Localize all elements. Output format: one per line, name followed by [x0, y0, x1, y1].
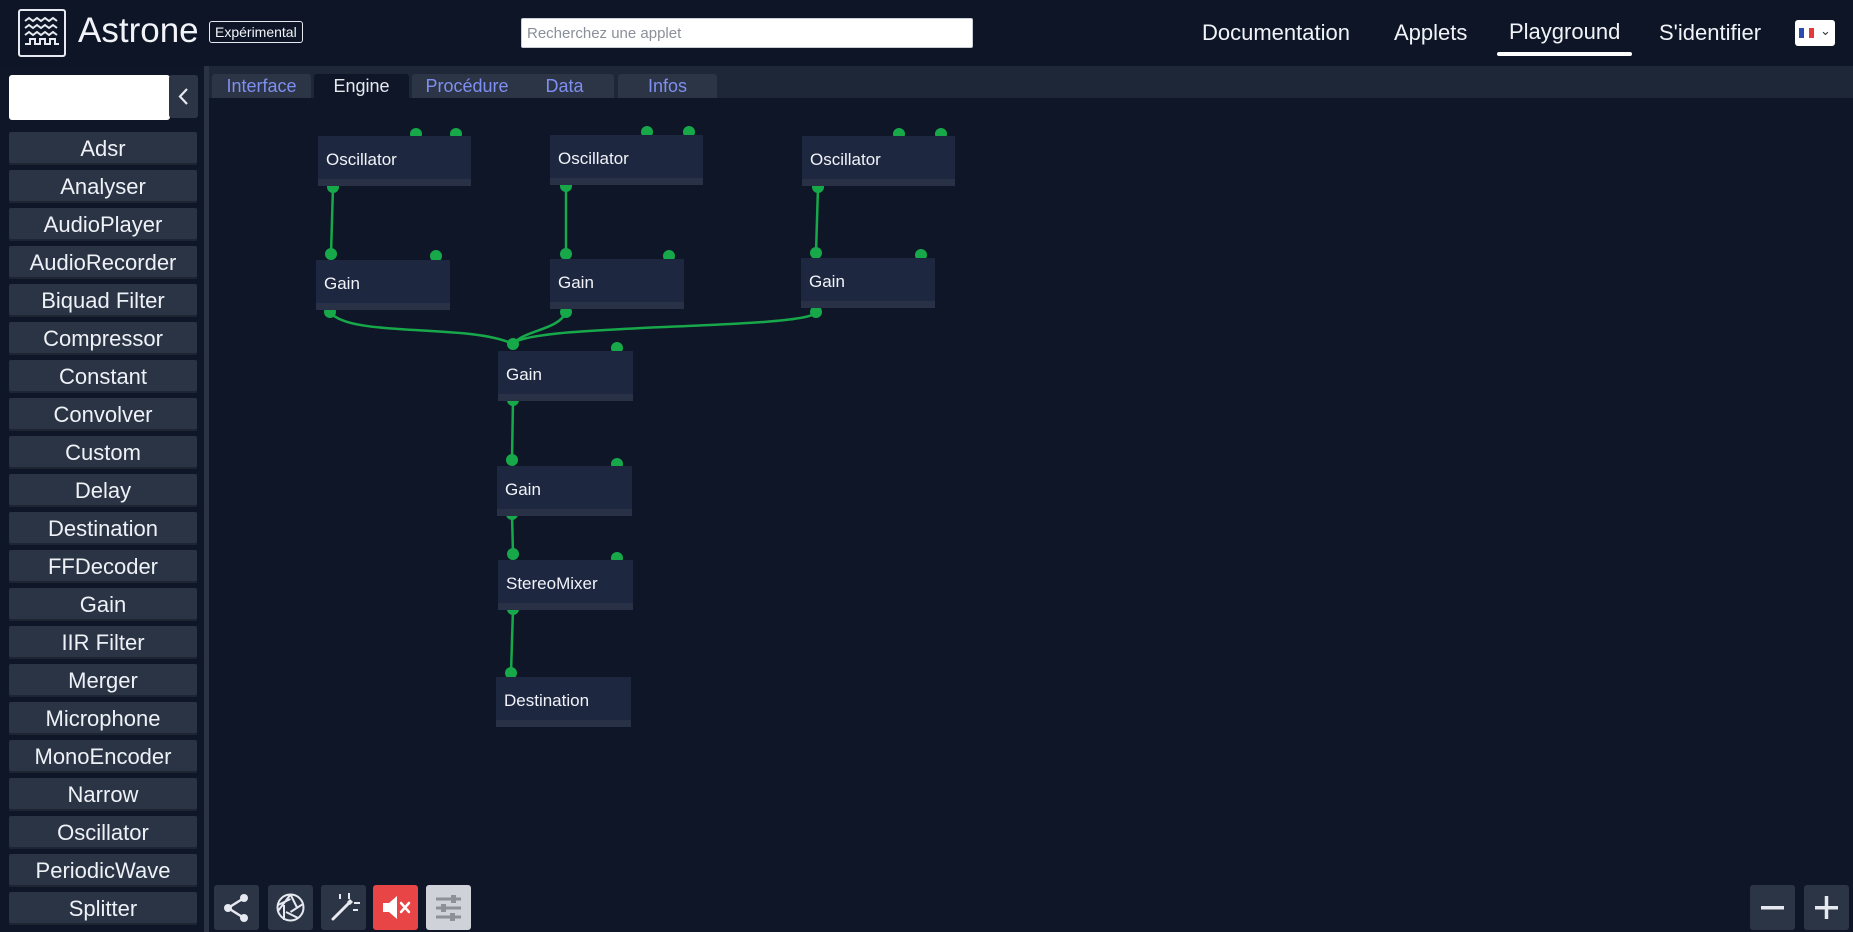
graph-node-label: Gain [324, 274, 360, 293]
palette-item-splitter[interactable]: Splitter [9, 892, 197, 925]
tab-procedure[interactable]: Procédure [412, 74, 522, 98]
engine-graph-canvas[interactable]: Oscillator Oscillator Oscillator Gain Ga… [209, 98, 1853, 932]
graph-node-label: Gain [558, 273, 594, 292]
graph-node-label: Oscillator [810, 150, 881, 169]
graph-node-label: Oscillator [326, 150, 397, 169]
top-bar: Astrone Expérimental Documentation Apple… [0, 0, 1853, 67]
graph-node[interactable]: Oscillator [802, 136, 955, 186]
palette-item-adsr[interactable]: Adsr [9, 132, 197, 165]
palette-item-narrow[interactable]: Narrow [9, 778, 197, 811]
palette-item-iir-filter[interactable]: IIR Filter [9, 626, 197, 659]
tab-data[interactable]: Data [515, 74, 614, 98]
sliders-icon [436, 895, 461, 921]
node-palette: Adsr Analyser AudioPlayer AudioRecorder … [9, 132, 197, 930]
palette-item-ffdecoder[interactable]: FFDecoder [9, 550, 197, 583]
tab-interface[interactable]: Interface [212, 74, 311, 98]
aperture-icon [276, 893, 305, 922]
graph-node-label: Destination [504, 691, 590, 710]
collapse-sidebar-button[interactable] [169, 75, 198, 118]
palette-item-destination[interactable]: Destination [9, 512, 197, 545]
graph-node-label: StereoMixer [506, 574, 598, 593]
active-nav-indicator [1497, 52, 1632, 56]
palette-item-convolver[interactable]: Convolver [9, 398, 197, 431]
chevron-left-icon [178, 88, 188, 105]
nav-applets[interactable]: Applets [1394, 20, 1467, 46]
graph-node[interactable]: Gain [498, 351, 633, 401]
graph-node[interactable]: Oscillator [550, 135, 703, 185]
magic-wand-icon [331, 893, 360, 921]
graph-node-label: Oscillator [558, 149, 629, 168]
zoom-out-icon [1761, 906, 1784, 910]
palette-item-audiorecorder[interactable]: AudioRecorder [9, 246, 197, 279]
mute-icon [383, 896, 411, 919]
chevron-down-icon: ⌄ [1820, 23, 1831, 38]
astrone-logo-icon[interactable] [18, 9, 66, 57]
palette-item-custom[interactable]: Custom [9, 436, 197, 469]
nav-documentation[interactable]: Documentation [1202, 20, 1350, 46]
share-icon [224, 894, 248, 922]
share-button[interactable] [214, 885, 259, 930]
auto-layout-button[interactable] [321, 885, 366, 930]
graph-node[interactable]: Gain [497, 466, 632, 516]
graph-node[interactable]: Gain [316, 260, 450, 310]
nav-playground[interactable]: Playground [1509, 19, 1620, 45]
palette-item-gain[interactable]: Gain [9, 588, 197, 621]
tab-bar: Interface Engine Procédure Data Infos [209, 66, 1853, 98]
app-title[interactable]: Astrone [78, 11, 199, 51]
palette-item-oscillator[interactable]: Oscillator [9, 816, 197, 849]
tab-engine[interactable]: Engine [314, 74, 409, 98]
palette-item-monoencoder[interactable]: MonoEncoder [9, 740, 197, 773]
palette-item-analyser[interactable]: Analyser [9, 170, 197, 203]
search-input[interactable] [521, 18, 973, 48]
palette-item-merger[interactable]: Merger [9, 664, 197, 697]
graph-node[interactable]: Gain [801, 258, 935, 308]
zoom-in-icon [1815, 896, 1838, 919]
graph-node-label: Gain [809, 272, 845, 291]
node-filter-input[interactable] [9, 75, 170, 120]
language-selector[interactable]: ⌄ [1795, 20, 1835, 46]
palette-item-constant[interactable]: Constant [9, 360, 197, 393]
graph-node-label: Gain [506, 365, 542, 384]
experimental-badge: Expérimental [209, 21, 303, 43]
settings-button[interactable] [426, 885, 471, 930]
graph-node[interactable]: StereoMixer [498, 560, 633, 610]
graph-node[interactable]: Gain [550, 259, 684, 309]
palette-item-audioplayer[interactable]: AudioPlayer [9, 208, 197, 241]
palette-item-periodicwave[interactable]: PeriodicWave [9, 854, 197, 887]
zoom-out-button[interactable] [1750, 885, 1795, 930]
zoom-in-button[interactable] [1804, 885, 1849, 930]
graph-node[interactable]: Oscillator [318, 136, 471, 186]
nav-signin[interactable]: S'identifier [1659, 20, 1761, 46]
sidebar: Adsr Analyser AudioPlayer AudioRecorder … [0, 66, 205, 932]
graph-node-label: Gain [505, 480, 541, 499]
mute-button[interactable] [373, 885, 418, 930]
palette-item-compressor[interactable]: Compressor [9, 322, 197, 355]
tab-infos[interactable]: Infos [618, 74, 717, 98]
snapshot-button[interactable] [268, 885, 313, 930]
palette-item-microphone[interactable]: Microphone [9, 702, 197, 735]
palette-item-delay[interactable]: Delay [9, 474, 197, 507]
palette-item-biquad-filter[interactable]: Biquad Filter [9, 284, 197, 317]
graph-node[interactable]: Destination [496, 677, 631, 727]
graph-connections [324, 126, 947, 679]
